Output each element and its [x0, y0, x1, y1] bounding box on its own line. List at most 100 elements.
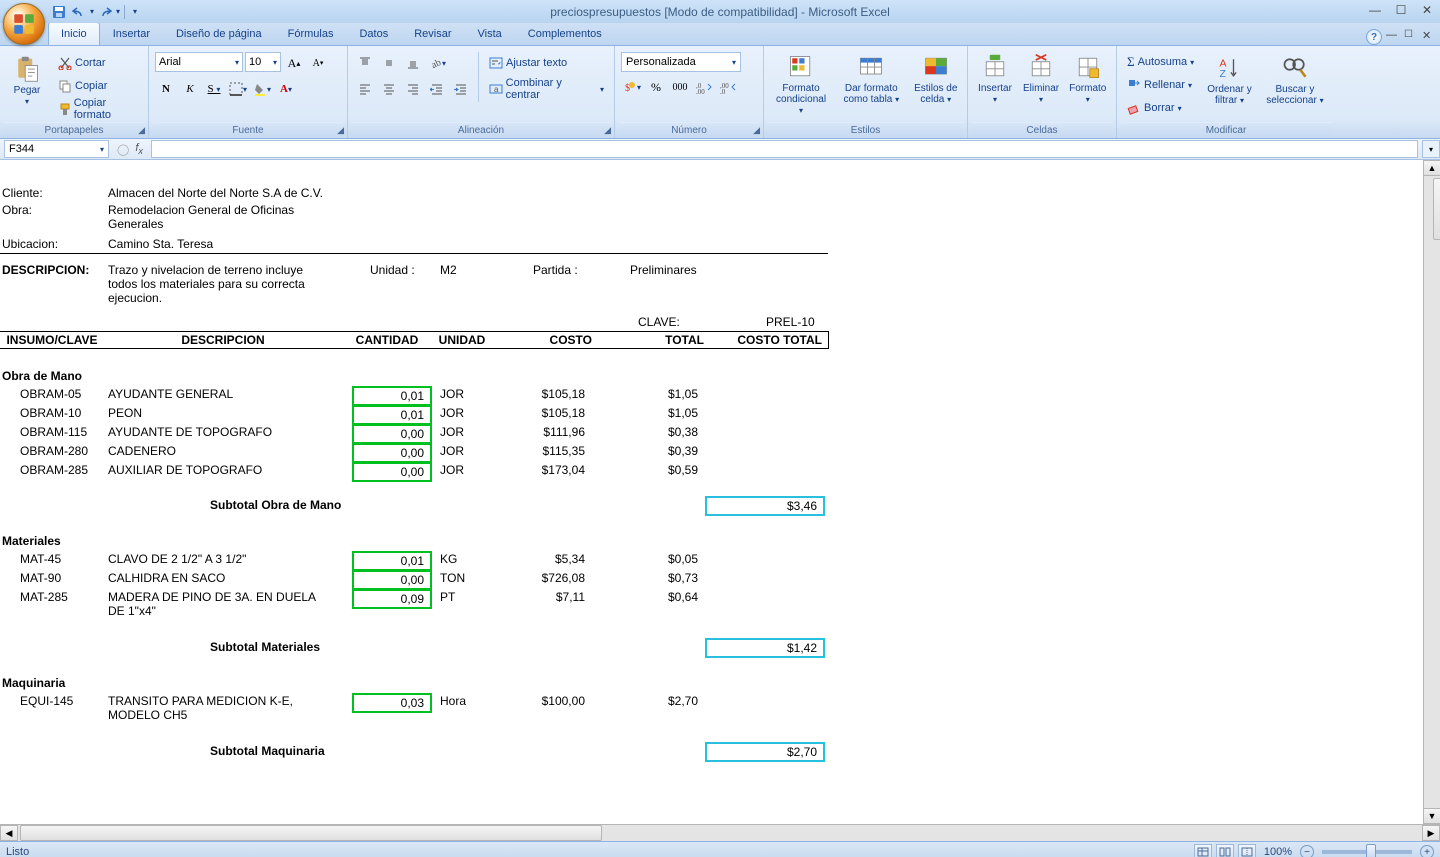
formula-bar-expand[interactable]: ▾	[1422, 140, 1440, 158]
zoom-in-button[interactable]: +	[1420, 845, 1434, 857]
obra-cant-4[interactable]: 0,00	[352, 462, 432, 482]
percent-button[interactable]: %	[645, 76, 667, 98]
italic-button[interactable]: K	[179, 78, 201, 100]
tab-insertar[interactable]: Insertar	[100, 22, 163, 45]
decrease-indent-button[interactable]	[426, 78, 448, 100]
align-center-button[interactable]	[378, 78, 400, 100]
bold-button[interactable]: N	[155, 78, 177, 100]
font-size-selector[interactable]: 10▾	[245, 52, 281, 72]
copy-button[interactable]: Copiar	[54, 75, 144, 97]
zoom-slider[interactable]	[1322, 850, 1412, 854]
office-button[interactable]	[3, 3, 45, 45]
clipboard-launcher[interactable]: ◢	[138, 125, 145, 136]
conditional-format-button[interactable]: Formato condicional ▾	[768, 50, 834, 119]
scroll-up-button[interactable]: ▲	[1423, 160, 1440, 176]
orientation-button[interactable]: ab▾	[426, 52, 448, 74]
name-box[interactable]: F344▾	[4, 140, 109, 158]
fill-color-button[interactable]: ▾	[251, 78, 273, 100]
align-top-button[interactable]	[354, 52, 376, 74]
fx-cancel[interactable]: ◯	[117, 143, 129, 156]
minimize-button[interactable]: —	[1366, 2, 1384, 18]
view-layout-button[interactable]	[1216, 844, 1234, 857]
tab-datos[interactable]: Datos	[346, 22, 401, 45]
ribbon-minimize-button[interactable]: —	[1386, 29, 1400, 45]
tab-revisar[interactable]: Revisar	[401, 22, 464, 45]
vertical-scrollbar[interactable]: ▲ ▼	[1423, 160, 1440, 824]
ribbon-close-button[interactable]: ✕	[1422, 29, 1436, 45]
merge-center-button[interactable]: aCombinar y centrar ▾	[485, 78, 608, 100]
font-color-button[interactable]: A▾	[275, 78, 297, 100]
mat-cant-2[interactable]: 0,09	[352, 589, 432, 609]
number-launcher[interactable]: ◢	[753, 125, 760, 136]
align-left-button[interactable]	[354, 78, 376, 100]
redo-button[interactable]	[96, 3, 114, 21]
align-middle-button[interactable]	[378, 52, 400, 74]
decrease-decimal-button[interactable]: ,00,0	[717, 76, 739, 98]
tab-complementos[interactable]: Complementos	[515, 22, 615, 45]
maq-cant-0[interactable]: 0,03	[352, 693, 432, 713]
fx-label[interactable]: fx	[135, 142, 143, 156]
insert-cells-button[interactable]: Insertar▾	[972, 50, 1018, 108]
format-painter-button[interactable]: Copiar formato	[54, 98, 144, 120]
scroll-left-button[interactable]: ◀	[0, 825, 18, 841]
save-button[interactable]	[50, 3, 68, 21]
obra-cant-2[interactable]: 0,00	[352, 424, 432, 444]
alignment-launcher[interactable]: ◢	[604, 125, 611, 136]
decrease-font-button[interactable]: A▾	[307, 52, 329, 74]
format-table-button[interactable]: Dar formato como tabla ▾	[834, 50, 908, 108]
find-select-button[interactable]: Buscar y seleccionar ▾	[1261, 51, 1329, 109]
horizontal-scroll-thumb[interactable]	[20, 825, 602, 841]
tab-formulas[interactable]: Fórmulas	[275, 22, 347, 45]
tab-inicio[interactable]: Inicio	[48, 22, 100, 45]
number-format-selector[interactable]: Personalizada▾	[621, 52, 741, 72]
cell-styles-button[interactable]: Estilos de celda ▾	[909, 50, 963, 108]
maximize-button[interactable]: ☐	[1392, 2, 1410, 18]
obra-cant-0[interactable]: 0,01	[352, 386, 432, 406]
paste-button[interactable]: Pegar▾	[4, 52, 50, 110]
worksheet-area[interactable]: Cliente: Almacen del Norte del Norte S.A…	[0, 160, 1423, 824]
tab-diseno[interactable]: Diseño de página	[163, 22, 275, 45]
cut-button[interactable]: Cortar	[54, 52, 144, 74]
close-button[interactable]: ✕	[1418, 2, 1436, 18]
horizontal-scrollbar[interactable]: ◀ ▶	[0, 824, 1440, 841]
fill-button[interactable]: Rellenar ▾	[1123, 74, 1198, 96]
mat-cant-1[interactable]: 0,00	[352, 570, 432, 590]
align-right-button[interactable]	[402, 78, 424, 100]
font-launcher[interactable]: ◢	[337, 125, 344, 136]
qat-customize[interactable]: ▾	[133, 7, 137, 16]
currency-button[interactable]: $▾	[621, 76, 643, 98]
obra-cant-3[interactable]: 0,00	[352, 443, 432, 463]
obra-cant-1[interactable]: 0,01	[352, 405, 432, 425]
scroll-right-button[interactable]: ▶	[1422, 825, 1440, 841]
wrap-text-button[interactable]: Ajustar texto	[485, 52, 608, 74]
scroll-down-button[interactable]: ▼	[1423, 808, 1440, 824]
undo-button[interactable]	[70, 3, 88, 21]
zoom-level[interactable]: 100%	[1264, 846, 1292, 857]
font-name-selector[interactable]: Arial▾	[155, 52, 243, 72]
formula-bar[interactable]	[151, 140, 1418, 158]
redo-dropdown[interactable]: ▾	[116, 7, 120, 16]
obra-clave-0: OBRAM-05	[20, 387, 81, 401]
format-cells-button[interactable]: Formato▾	[1064, 50, 1111, 108]
help-button[interactable]: ?	[1366, 29, 1382, 45]
sort-filter-button[interactable]: AZOrdenar y filtrar ▾	[1202, 51, 1257, 109]
increase-indent-button[interactable]	[450, 78, 472, 100]
increase-font-button[interactable]: A▴	[283, 52, 305, 74]
comma-button[interactable]: 000	[669, 76, 691, 98]
border-button[interactable]: ▾	[227, 78, 249, 100]
underline-button[interactable]: S ▾	[203, 78, 225, 100]
ribbon-restore-button[interactable]: ☐	[1404, 29, 1418, 45]
undo-dropdown[interactable]: ▾	[90, 7, 94, 16]
zoom-thumb[interactable]	[1366, 844, 1376, 857]
tab-vista[interactable]: Vista	[465, 22, 515, 45]
delete-cells-button[interactable]: Eliminar▾	[1018, 50, 1064, 108]
align-bottom-button[interactable]	[402, 52, 424, 74]
increase-decimal-button[interactable]: ,0,00	[693, 76, 715, 98]
vertical-scroll-thumb[interactable]	[1433, 178, 1440, 240]
mat-cant-0[interactable]: 0,01	[352, 551, 432, 571]
view-pagebreak-button[interactable]	[1238, 844, 1256, 857]
view-normal-button[interactable]	[1194, 844, 1212, 857]
autosum-button[interactable]: ΣAutosuma ▾	[1123, 51, 1198, 73]
clear-button[interactable]: Borrar ▾	[1123, 97, 1198, 119]
zoom-out-button[interactable]: −	[1300, 845, 1314, 857]
